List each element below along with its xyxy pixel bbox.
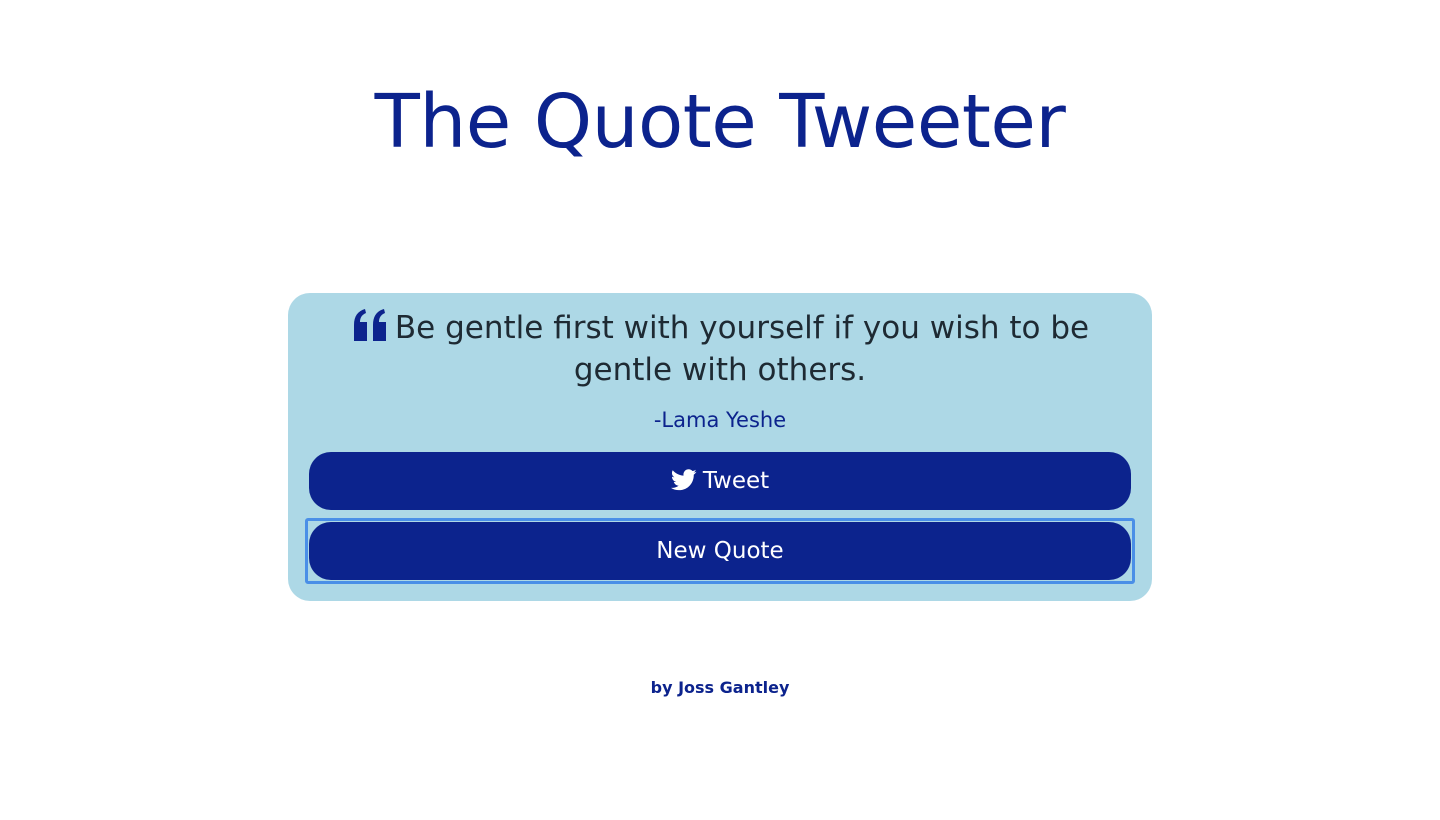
tweet-button[interactable]: Tweet: [309, 452, 1131, 510]
tweet-button-label: Tweet: [702, 468, 770, 494]
twitter-icon: [670, 469, 697, 491]
new-quote-button[interactable]: New Quote: [309, 522, 1131, 580]
page-title: The Quote Tweeter: [374, 79, 1066, 165]
quote-text-container: Be gentle first with yourself if you wis…: [312, 307, 1128, 391]
quote-left-icon: [353, 309, 386, 341]
new-quote-button-label: New Quote: [656, 538, 784, 564]
quote-text: Be gentle first with yourself if you wis…: [394, 310, 1090, 388]
quote-box: Be gentle first with yourself if you wis…: [288, 293, 1152, 601]
footer-credit: by Joss Gantley: [650, 678, 790, 697]
page: The Quote Tweeter Be gentle first with y…: [0, 0, 1440, 820]
quote-author: -Lama Yeshe: [653, 408, 787, 432]
